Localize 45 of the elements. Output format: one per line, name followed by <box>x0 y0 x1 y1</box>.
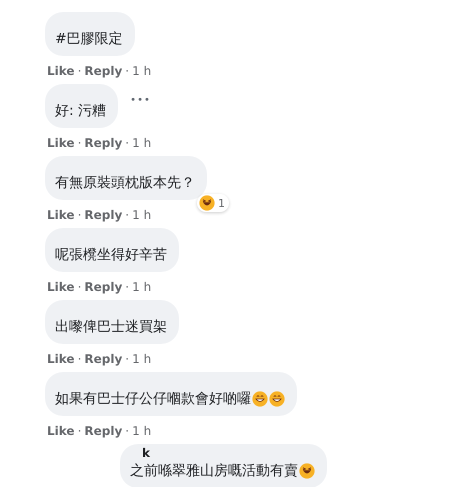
separator-dot: · <box>78 208 82 222</box>
laughing-face-icon <box>199 195 215 211</box>
grinning-face-icon <box>252 391 268 407</box>
grinning-face-icon <box>269 391 285 407</box>
like-link[interactable]: Like <box>47 208 75 222</box>
like-link[interactable]: Like <box>47 136 75 150</box>
separator-dot: · <box>125 64 130 78</box>
timestamp[interactable]: 1 h <box>132 352 152 366</box>
like-link[interactable]: Like <box>47 64 75 78</box>
separator-dot: · <box>78 352 82 366</box>
like-link[interactable]: Like <box>47 424 75 438</box>
timestamp[interactable]: 1 h <box>132 64 152 78</box>
separator-dot: · <box>125 280 130 294</box>
comment-text: 好: 污糟 <box>55 102 106 120</box>
reply-link[interactable]: Reply <box>84 208 122 222</box>
reply-link[interactable]: Reply <box>84 280 122 294</box>
timestamp[interactable]: 1 h <box>132 136 152 150</box>
reply-link[interactable]: Reply <box>84 136 122 150</box>
like-link[interactable]: Like <box>47 280 75 294</box>
comment-text: 之前喺翠雅山房嘅活動有賣 <box>130 462 298 480</box>
separator-dot: · <box>125 352 130 366</box>
separator-dot: · <box>78 64 82 78</box>
reply-link[interactable]: Reply <box>84 424 122 438</box>
reply-link[interactable]: Reply <box>84 352 122 366</box>
separator-dot: · <box>78 424 82 438</box>
comment-text: 出嚟俾巴士迷買架 <box>55 318 167 336</box>
comment-text: 呢張櫈坐得好辛苦 <box>55 246 167 264</box>
separator-dot: · <box>78 136 82 150</box>
author-name[interactable]: k <box>142 446 150 460</box>
laughing-face-icon <box>299 463 315 479</box>
separator-dot: · <box>125 136 130 150</box>
comment-text: 如果有巴士仔公仔嗰款會好啲囉 <box>55 390 251 408</box>
timestamp[interactable]: 1 h <box>132 208 152 222</box>
timestamp[interactable]: 1 h <box>132 280 152 294</box>
separator-dot: · <box>125 208 130 222</box>
comment-text: #巴膠限定 <box>55 30 123 48</box>
reaction-count: 1 <box>218 196 225 210</box>
reaction-badge[interactable]: 1 <box>197 194 229 212</box>
separator-dot: · <box>125 424 130 438</box>
reply-link[interactable]: Reply <box>84 64 122 78</box>
separator-dot: · <box>78 280 82 294</box>
like-link[interactable]: Like <box>47 352 75 366</box>
comment-text: 有無原裝頭枕版本先？ <box>55 174 195 192</box>
more-options-button[interactable]: ••• <box>130 94 151 106</box>
timestamp[interactable]: 1 h <box>132 424 152 438</box>
